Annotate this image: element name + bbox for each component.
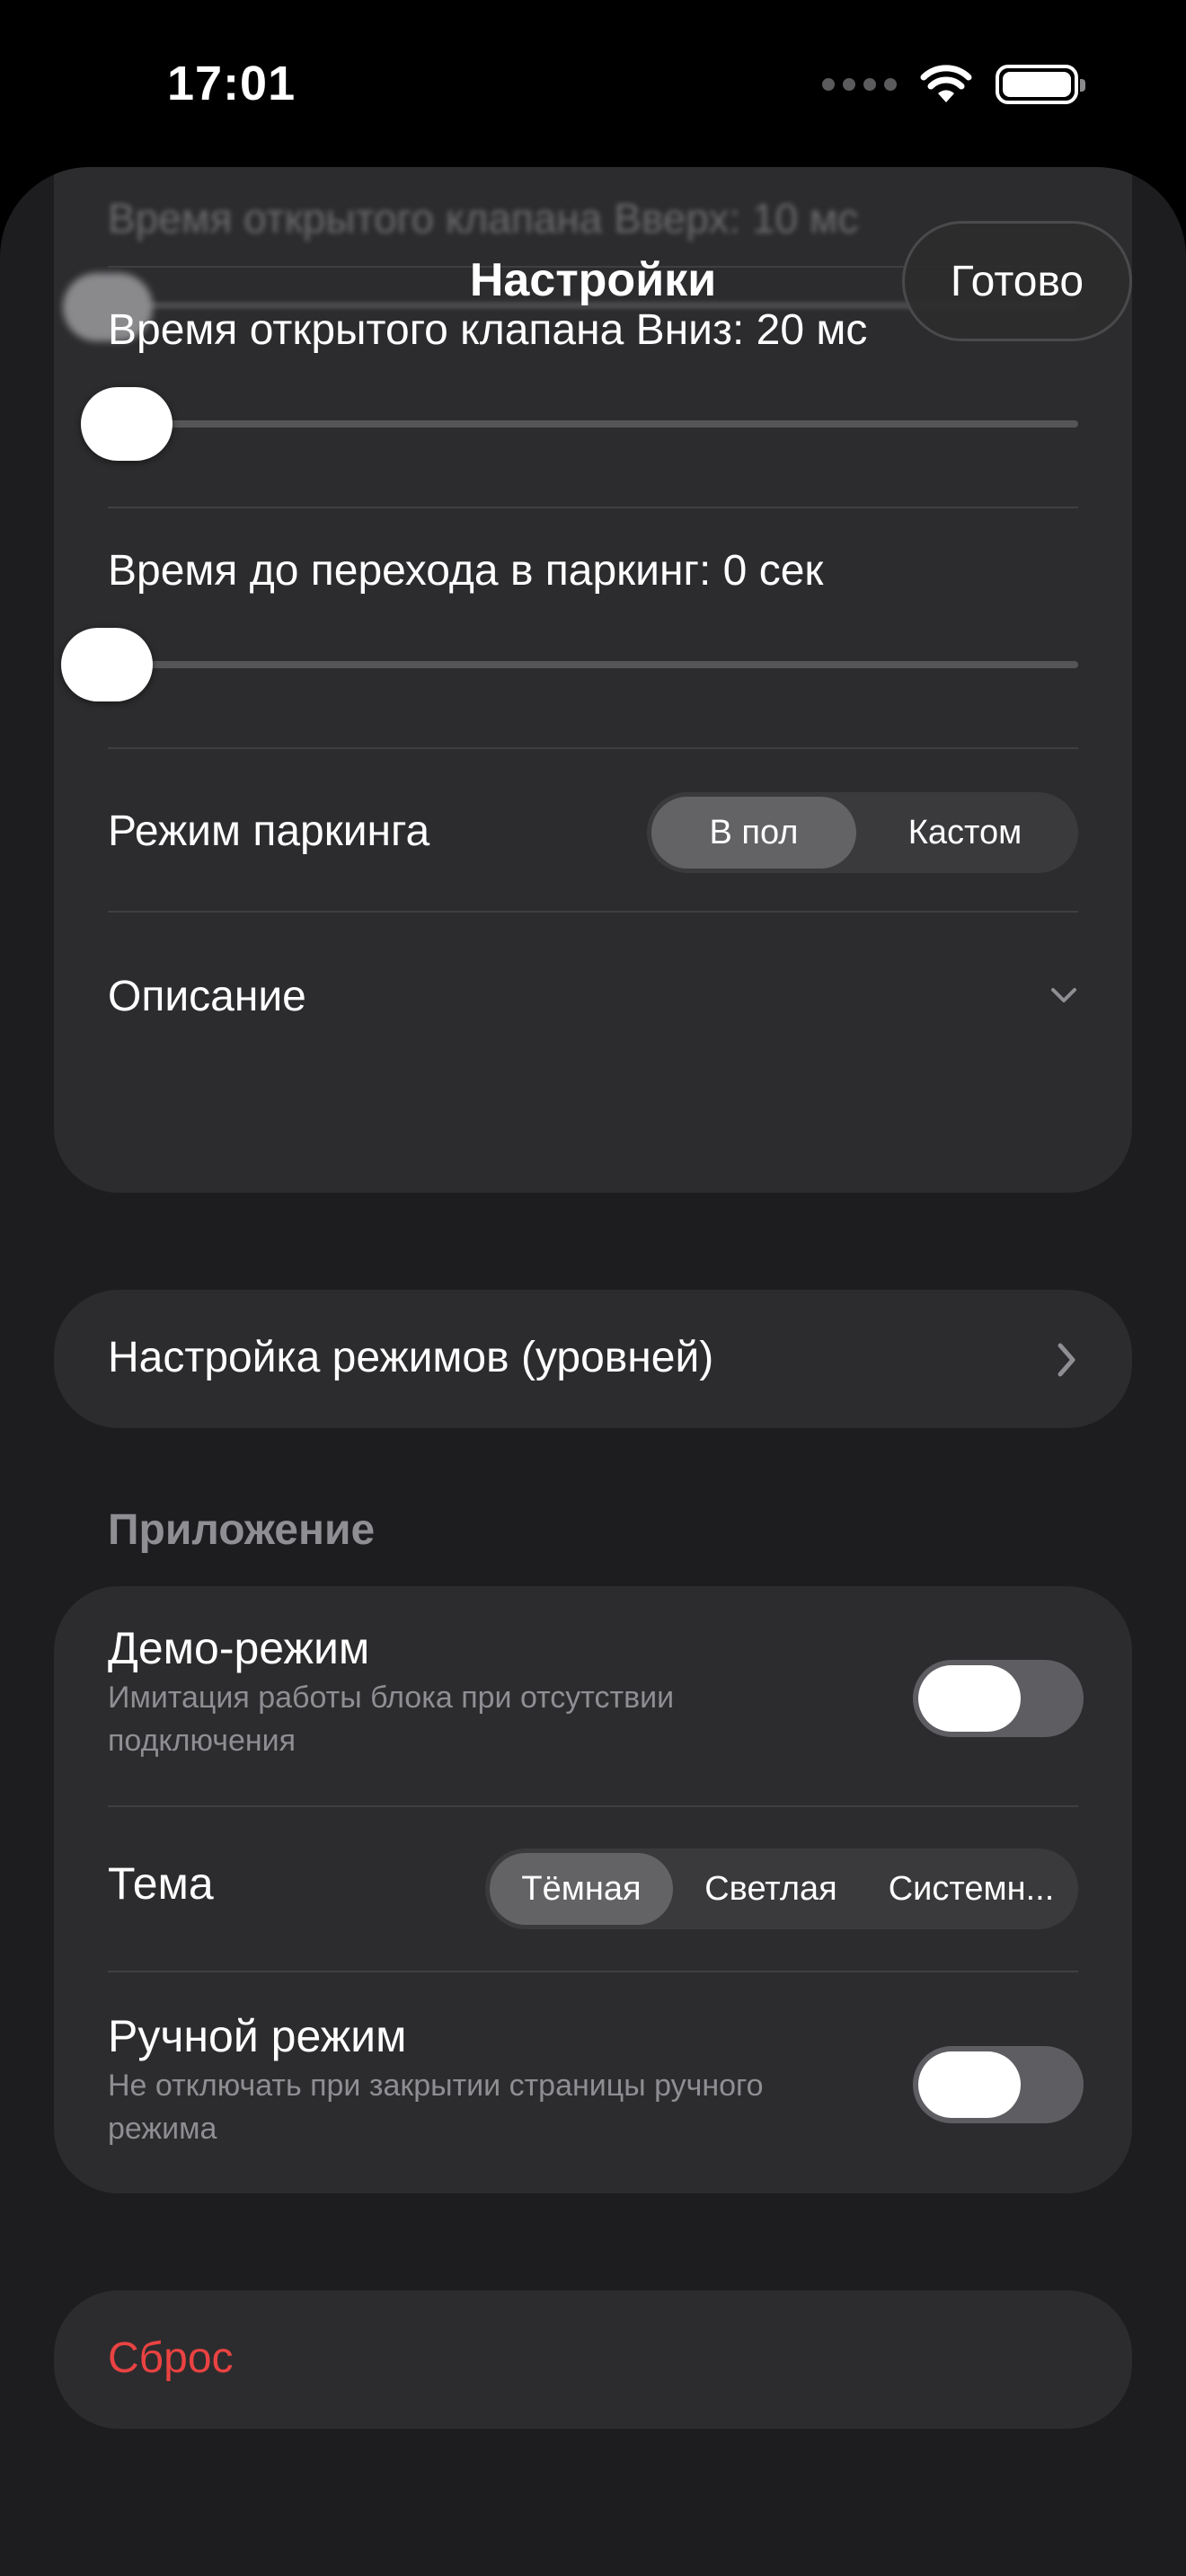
demo-mode-toggle[interactable] xyxy=(913,1660,1084,1737)
manual-mode-toggle[interactable] xyxy=(913,2046,1084,2123)
toggle-knob xyxy=(918,2051,1021,2118)
divider xyxy=(108,1971,1078,1972)
valve-down-slider-thumb[interactable] xyxy=(81,387,173,461)
status-time: 17:01 xyxy=(167,57,296,110)
hidden-slider-label: Время открытого клапана Вверх: 10 мс xyxy=(108,195,859,242)
reset-label: Сброс xyxy=(108,2334,234,2382)
wifi-icon xyxy=(920,65,972,102)
theme-label: Тема xyxy=(108,1858,214,1909)
theme-option-dark[interactable]: Тёмная xyxy=(490,1853,673,1925)
divider xyxy=(108,507,1078,508)
manual-mode-subtitle: Не отключать при закрытии страницы ручно… xyxy=(108,2069,764,2146)
reset-button[interactable]: Сброс xyxy=(54,2290,1132,2429)
app-section-header: Приложение xyxy=(108,1506,376,1554)
valve-down-label: Время открытого клапана Вниз: 20 мс xyxy=(108,306,868,354)
chevron-down-icon[interactable] xyxy=(1049,981,1078,1010)
parking-delay-slider-thumb[interactable] xyxy=(61,628,153,701)
description-label[interactable]: Описание xyxy=(108,972,306,1021)
parking-mode-option-custom[interactable]: Кастом xyxy=(856,797,1074,869)
settings-sheet: Время открытого клапана Вверх: 10 мс Вре… xyxy=(0,167,1186,2576)
app-settings-card: Демо-режим Имитация работы блока при отс… xyxy=(54,1586,1132,2193)
cellular-signal-icon xyxy=(822,78,897,91)
demo-mode-subtitle: Имитация работы блока при отсутствии под… xyxy=(108,1681,675,1758)
demo-mode-title: Демо-режим xyxy=(108,1623,370,1673)
status-icons xyxy=(822,65,1085,104)
chevron-right-icon xyxy=(1058,1343,1075,1377)
parking-mode-segmented-control[interactable]: В пол Кастом xyxy=(647,792,1078,873)
status-bar: 17:01 xyxy=(0,0,1186,171)
divider xyxy=(108,911,1078,913)
battery-icon xyxy=(996,65,1085,104)
valve-down-slider-track[interactable] xyxy=(108,420,1078,428)
divider xyxy=(108,1805,1078,1807)
parking-mode-label: Режим паркинга xyxy=(108,807,430,855)
parking-mode-option-floor[interactable]: В пол xyxy=(651,797,856,869)
theme-segmented-control[interactable]: Тёмная Светлая Системн... xyxy=(485,1848,1078,1929)
parking-delay-label: Время до перехода в паркинг: 0 сек xyxy=(108,547,824,595)
modes-settings-link[interactable]: Настройка режимов (уровней) xyxy=(54,1290,1132,1428)
divider xyxy=(108,747,1078,749)
modes-settings-label: Настройка режимов (уровней) xyxy=(108,1334,714,1381)
toggle-knob xyxy=(918,1665,1021,1732)
theme-option-light[interactable]: Светлая xyxy=(673,1853,869,1925)
manual-mode-title: Ручной режим xyxy=(108,2011,407,2061)
done-button[interactable]: Готово xyxy=(902,221,1132,341)
parking-delay-slider-track[interactable] xyxy=(108,661,1078,668)
theme-option-system[interactable]: Системн... xyxy=(869,1853,1074,1925)
